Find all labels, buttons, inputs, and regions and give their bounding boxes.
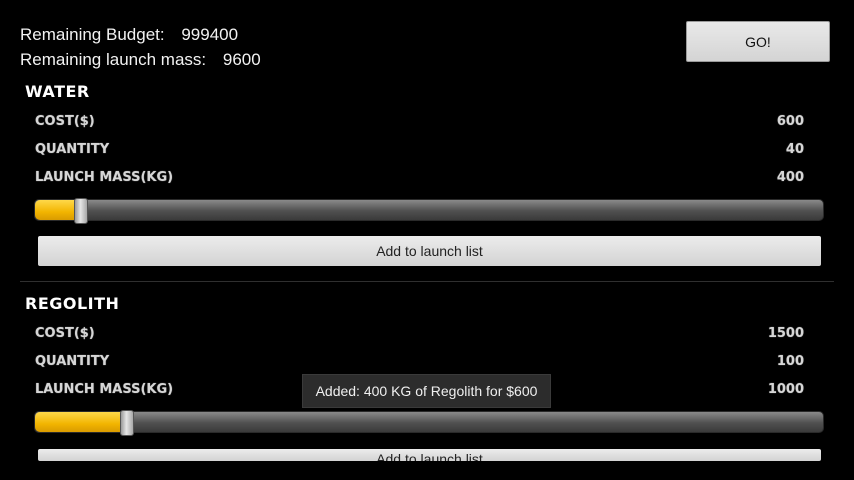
- budget-summary: Remaining Budget: 999400 Remaining launc…: [20, 22, 261, 72]
- regolith-mass-label: LAUNCH MASS(KG): [35, 382, 174, 397]
- regolith-quantity-slider[interactable]: [34, 410, 824, 436]
- water-cost-value: 600: [776, 114, 804, 129]
- remaining-mass-row: Remaining launch mass: 9600: [20, 47, 261, 72]
- toast-notification: Added: 400 KG of Regolith for $600: [302, 374, 551, 408]
- water-quantity-slider[interactable]: [34, 198, 824, 224]
- regolith-quantity-label: QUANTITY: [35, 354, 110, 369]
- water-slider-thumb[interactable]: [74, 198, 88, 224]
- regolith-slider-thumb[interactable]: [120, 410, 134, 436]
- water-mass-value: 400: [776, 170, 804, 185]
- remaining-mass-label: Remaining launch mass:: [20, 50, 207, 69]
- regolith-add-button[interactable]: Add to launch list: [38, 449, 821, 461]
- regolith-title: REGOLITH: [25, 294, 120, 313]
- water-cost-label: COST($): [35, 114, 95, 129]
- regolith-slider-fill: [35, 412, 127, 432]
- water-mass-label: LAUNCH MASS(KG): [35, 170, 174, 185]
- remaining-budget-value: 999400: [181, 25, 239, 44]
- water-quantity-value: 40: [785, 142, 804, 157]
- remaining-budget-label: Remaining Budget:: [20, 25, 165, 44]
- regolith-cost-label: COST($): [35, 326, 95, 341]
- water-add-button[interactable]: Add to launch list: [38, 236, 821, 266]
- regolith-add-button-label: Add to launch list: [376, 451, 483, 461]
- go-button[interactable]: GO!: [686, 21, 830, 62]
- regolith-quantity-value: 100: [776, 354, 804, 369]
- remaining-mass-value: 9600: [222, 50, 261, 69]
- section-divider: [20, 281, 834, 282]
- remaining-budget-row: Remaining Budget: 999400: [20, 22, 261, 47]
- regolith-mass-value: 1000: [767, 382, 804, 397]
- water-title: WATER: [25, 82, 90, 101]
- water-quantity-label: QUANTITY: [35, 142, 110, 157]
- app-screen: Remaining Budget: 999400 Remaining launc…: [0, 0, 854, 480]
- regolith-cost-value: 1500: [767, 326, 804, 341]
